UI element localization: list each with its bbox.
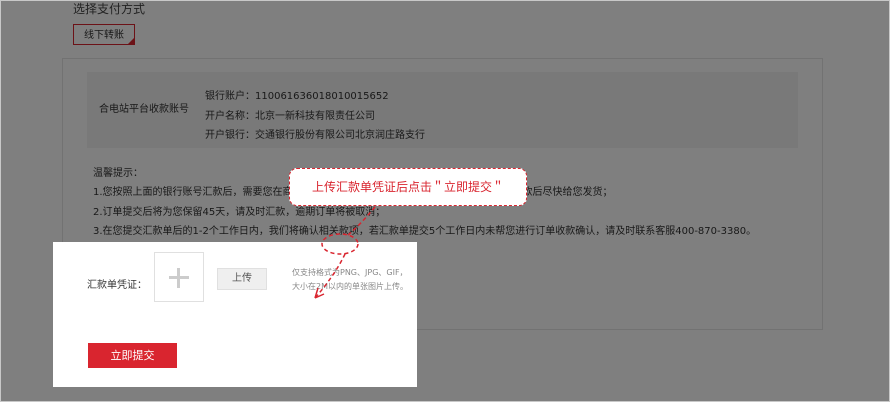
upload-hint-1: 仅支持格式为PNG、JPG、GIF， [292,268,408,277]
voucher-label: 汇款单凭证： [87,280,147,291]
image-upload-box[interactable] [154,252,204,302]
submit-button[interactable]: 立即提交 [88,343,177,368]
guide-callout: 上传汇款单凭证后点击＂立即提交＂ [289,168,527,206]
upload-hint-2: 大小在2M以内的单张图片上传。 [292,282,408,291]
upload-button[interactable]: 上传 [217,268,267,290]
